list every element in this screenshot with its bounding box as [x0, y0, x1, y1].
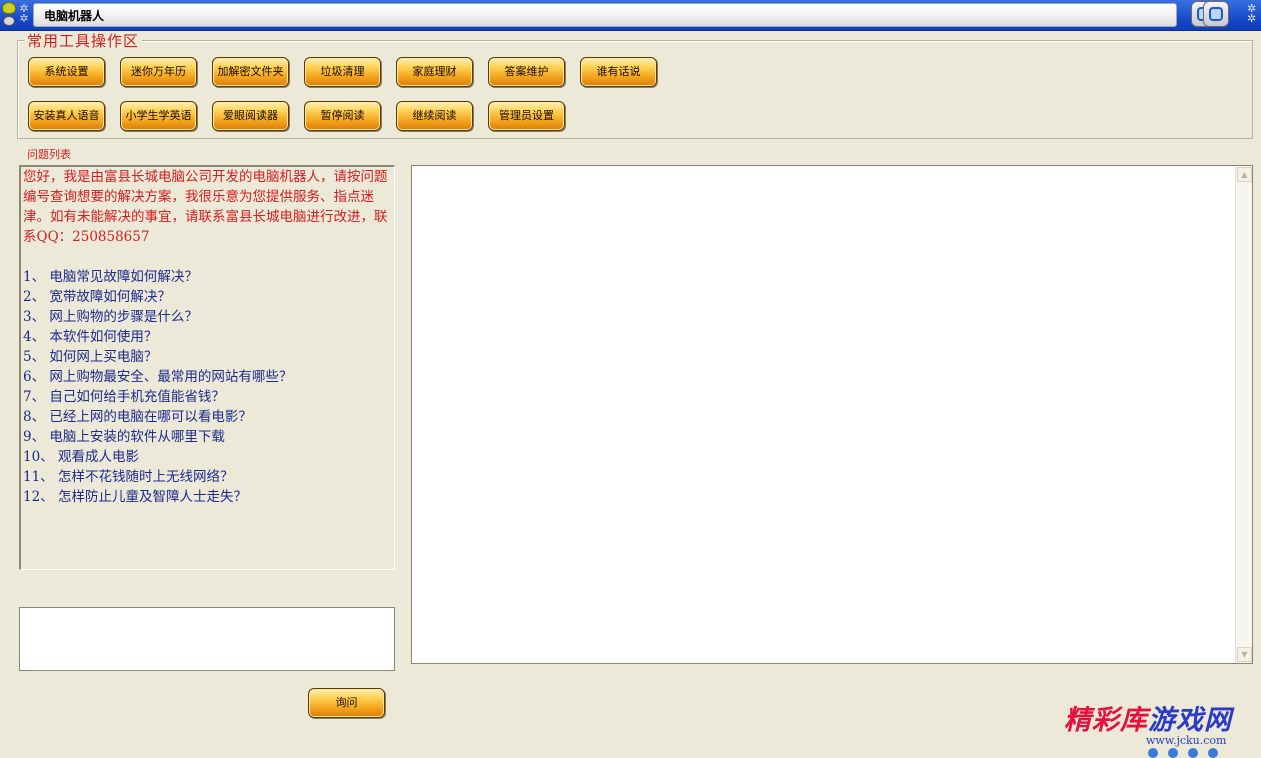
install-voice-button[interactable]: 安装真人语音	[28, 101, 105, 131]
learn-english-button[interactable]: 小学生学英语	[120, 101, 197, 131]
gear-icon[interactable]: ✲ ✲	[18, 3, 30, 24]
tray-icon[interactable]	[1148, 748, 1158, 758]
intro-text: 您好，我是由富县长城电脑公司开发的电脑机器人，请按问题编号查询想要的解决方案，我…	[23, 169, 388, 245]
list-item[interactable]: 3、 网上购物的步骤是什么？	[23, 307, 392, 327]
eye-care-reader-button[interactable]: 爱眼阅读器	[212, 101, 289, 131]
restore-button[interactable]	[1203, 1, 1229, 27]
pause-reading-button[interactable]: 暂停阅读	[304, 101, 381, 131]
who-has-words-button[interactable]: 谁有话说	[580, 57, 657, 87]
window-icon	[1209, 7, 1223, 21]
answer-display[interactable]: ▲ ▼	[411, 165, 1253, 664]
list-item[interactable]: 10、 观看成人电影	[23, 447, 392, 467]
list-item[interactable]: 1、 电脑常见故障如何解决？	[23, 267, 392, 287]
watermark-logo: 精彩库游戏网 www.jcku.com	[1064, 696, 1261, 756]
answer-scrollbar[interactable]: ▲ ▼	[1235, 166, 1252, 663]
tray-icon[interactable]	[1188, 748, 1198, 758]
system-settings-button[interactable]: 系统设置	[28, 57, 105, 87]
tools-group	[17, 40, 1253, 139]
tray-icon[interactable]	[1168, 748, 1178, 758]
list-item[interactable]: 7、 自己如何给手机充值能省钱？	[23, 387, 392, 407]
scroll-up-arrow-icon[interactable]: ▲	[1237, 167, 1252, 182]
scroll-down-arrow-icon[interactable]: ▼	[1237, 647, 1252, 662]
watermark-title: 精彩库游戏网	[1064, 705, 1232, 736]
admin-settings-button[interactable]: 管理员设置	[488, 101, 565, 131]
list-item[interactable]: 6、 网上购物最安全、最常用的网站有哪些？	[23, 367, 392, 387]
answer-maintenance-button[interactable]: 答案维护	[488, 57, 565, 87]
question-input[interactable]	[19, 607, 395, 671]
tools-group-title: 常用工具操作区	[24, 31, 143, 51]
list-item[interactable]: 4、 本软件如何使用？	[23, 327, 392, 347]
question-list-panel[interactable]: 您好，我是由富县长城电脑公司开发的电脑机器人，请按问题编号查询想要的解决方案，我…	[19, 165, 395, 570]
title-bar: ✲ ✲ 电脑机器人 ✲ ✲	[0, 0, 1261, 31]
list-item[interactable]: 11、 怎样不花钱随时上无线网络？	[23, 467, 392, 487]
watermark-url: www.jcku.com	[1146, 734, 1227, 747]
list-item[interactable]: 8、 已经上网的电脑在哪可以看电影？	[23, 407, 392, 427]
resume-reading-button[interactable]: 继续阅读	[396, 101, 473, 131]
mini-calendar-button[interactable]: 迷你万年历	[120, 57, 197, 87]
gear-icon[interactable]: ✲ ✲	[1247, 3, 1261, 26]
tray-icon[interactable]	[1208, 748, 1218, 758]
list-item[interactable]: 9、 电脑上安装的软件从哪里下载	[23, 427, 392, 447]
list-item[interactable]: 5、 如何网上买电脑？	[23, 347, 392, 367]
app-icon[interactable]	[1, 2, 17, 26]
home-finance-button[interactable]: 家庭理财	[396, 57, 473, 87]
ask-button[interactable]: 询问	[308, 688, 385, 718]
tray-icons	[1148, 748, 1261, 758]
question-list-label: 问题列表	[27, 148, 71, 161]
junk-cleanup-button[interactable]: 垃圾清理	[304, 57, 381, 87]
list-item[interactable]: 12、 怎样防止儿童及智障人士走失？	[23, 487, 392, 507]
window-title: 电脑机器人	[33, 3, 1177, 27]
list-item[interactable]: 2、 宽带故障如何解决？	[23, 287, 392, 307]
encrypt-folder-button[interactable]: 加解密文件夹	[212, 57, 289, 87]
question-list: 1、 电脑常见故障如何解决？ 2、 宽带故障如何解决？ 3、 网上购物的步骤是什…	[23, 267, 392, 507]
